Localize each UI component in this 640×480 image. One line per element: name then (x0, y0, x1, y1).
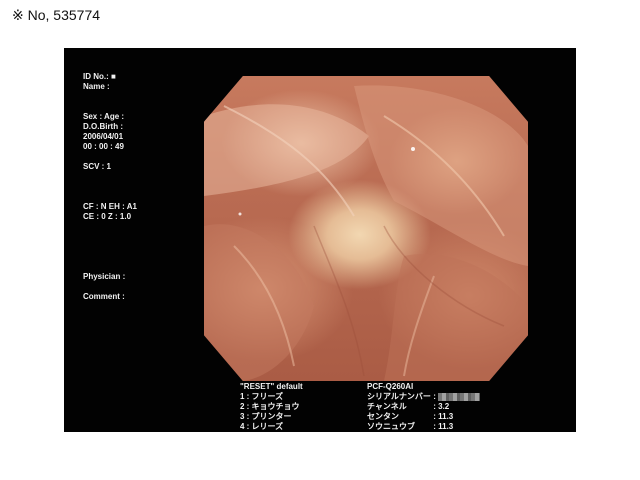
exam-time: 00 : 00 : 49 (83, 142, 124, 151)
patient-id-label: ID No.: (83, 72, 109, 81)
patient-name-label: Name : (83, 82, 110, 91)
tip-label: センタン (367, 412, 399, 421)
preset-title: "RESET" default (240, 382, 303, 391)
physician-label: Physician : (83, 272, 126, 281)
preset-item-4: 4 : レリーズ (240, 422, 284, 431)
mucosa-folds (204, 85, 528, 381)
endoscopic-image (204, 76, 528, 381)
endoscope-monitor: ID No.: ■ Name : Sex : Age : D.O.Birth :… (64, 48, 576, 432)
serial-number-label: シリアルナンバー (367, 392, 431, 401)
preset-item-3: 3 : プリンター (240, 412, 292, 421)
exam-date: 2006/04/01 (83, 132, 124, 141)
masked-serial-number (438, 392, 481, 401)
enhancement-setting: CF : N EH : A1 (83, 202, 137, 211)
channel-value: : 3.2 (433, 402, 450, 411)
scv-value: SCV : 1 (83, 162, 112, 171)
tip-value: : 11.3 (433, 412, 454, 421)
insertion-label: ソウニュウブ (367, 422, 415, 431)
patient-id: ID No.: ■ (83, 72, 137, 82)
patient-id-value: ■ (111, 72, 116, 81)
preset-item-2: 2 : キョウチョウ (240, 402, 300, 411)
preset-panel: "RESET" default 1 : フリーズ 2 : キョウチョウ 3 : … (240, 382, 303, 432)
channel-row: チャンネル : 3.2 (367, 402, 480, 412)
channel-label: チャンネル (367, 402, 407, 411)
zoom-setting: CE : 0 Z : 1.0 (83, 212, 132, 221)
tip-row: センタン : 11.3 (367, 412, 480, 422)
serial-number-colon: : (433, 392, 436, 401)
comment-label: Comment : (83, 292, 125, 301)
reference-mark: ※ (12, 7, 24, 23)
serial-number-row: シリアルナンバー : (367, 392, 481, 402)
image-caption: ※ No, 535774 (12, 7, 100, 24)
scope-info-panel: PCF-Q260AI シリアルナンバー : チャンネル : 3.2 センタン :… (367, 382, 481, 432)
patient-info-panel: ID No.: ■ Name : Sex : Age : D.O.Birth :… (83, 72, 137, 302)
scope-model: PCF-Q260AI (367, 382, 414, 391)
sex-age-label: Sex : Age : (83, 112, 125, 121)
birth-label: D.O.Birth : (83, 122, 123, 131)
image-number: No, 535774 (27, 7, 101, 23)
insertion-value: : 11.3 (433, 422, 454, 431)
insertion-row: ソウニュウブ : 11.3 (367, 422, 480, 432)
preset-item-1: 1 : フリーズ (240, 392, 284, 401)
